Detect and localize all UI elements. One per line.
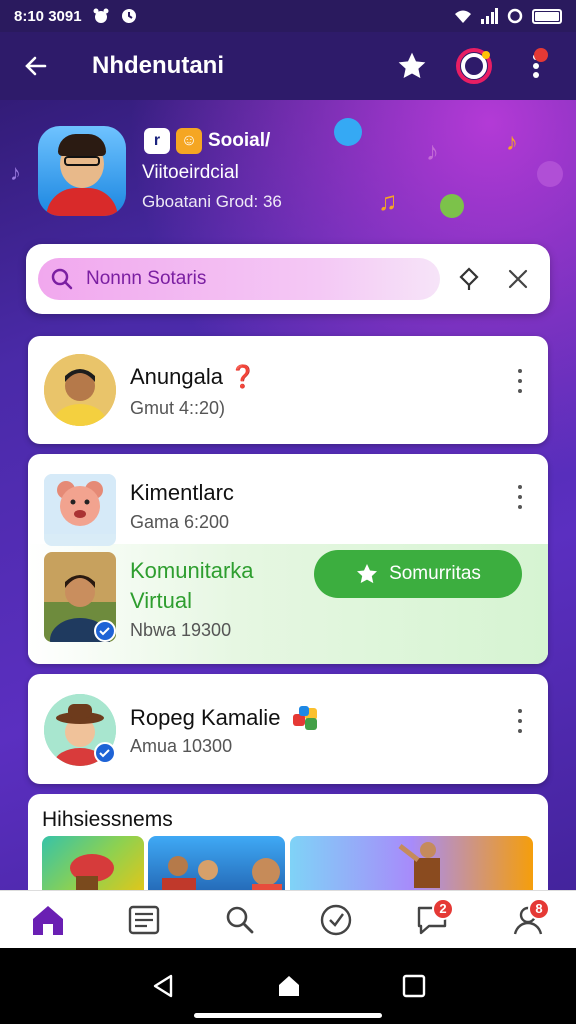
profile-avatar[interactable]: [38, 126, 126, 216]
contact-status: Gama 6:200: [130, 512, 230, 532]
app-bar: Nhdenutani: [0, 32, 576, 100]
contact-status: Amua 10300: [130, 736, 233, 756]
newspaper-icon: [128, 905, 160, 934]
more-options-button[interactable]: [508, 706, 532, 736]
verified-badge-icon: [94, 620, 116, 642]
profile-meta: Gboatani Grod: 36: [142, 192, 282, 211]
contact-status: Gmut 4::20): [130, 398, 226, 418]
contact-card: Kimentlarc Gama 6:200 Komunitarka Virtua…: [28, 454, 548, 664]
community-name[interactable]: Komunitarka Virtual: [130, 556, 254, 616]
nav-profile[interactable]: 8: [500, 896, 556, 944]
app-badge-icon: r: [144, 128, 170, 154]
avatar: [44, 354, 116, 426]
contact-name[interactable]: Kimentlarc: [130, 480, 234, 506]
platform-label: Sooial/: [208, 130, 271, 151]
puzzle-emoji-icon: [292, 706, 317, 730]
signal-icon: [481, 8, 498, 24]
clock-icon: [121, 9, 136, 23]
notification-badge: 8: [528, 897, 550, 920]
community-status: Nbwa 19300: [130, 620, 232, 640]
page-title: Nhdenutani: [92, 52, 224, 79]
battery-icon: [532, 8, 562, 24]
search-value: Nonnn Sotaris: [86, 268, 207, 289]
contact-card[interactable]: Anungala ❓ Gmut 4::20): [28, 336, 548, 444]
nav-messages[interactable]: 2: [404, 896, 460, 944]
search-icon: [226, 906, 254, 933]
nav-search[interactable]: [212, 896, 268, 944]
gesture-bar: [194, 1013, 382, 1018]
highlights-section: Hihsiessnems: [28, 794, 548, 904]
more-options-button[interactable]: [514, 44, 558, 88]
voice-search-button[interactable]: [448, 255, 489, 303]
profile-subtitle: Viitoeirdcial: [142, 162, 239, 183]
community-action-button[interactable]: Somurritas: [314, 550, 522, 598]
diamond-pin-icon: [458, 267, 479, 290]
nav-feed[interactable]: [116, 896, 172, 944]
search-card: Nonnn Sotaris: [26, 244, 550, 314]
contact-name: Ropeg Kamalie: [130, 704, 321, 734]
heart-emoji-icon: ❓: [229, 364, 257, 389]
search-icon: [51, 268, 73, 290]
check-circle-icon: [320, 904, 352, 935]
more-options-button[interactable]: [508, 482, 532, 512]
search-input[interactable]: Nonnn Sotaris: [38, 258, 440, 300]
contact-card[interactable]: Ropeg Kamalie Amua 10300: [28, 674, 548, 784]
profile-header: r ☺ Sooial/ Viitoeirdcial Gboatani Grod:…: [38, 122, 556, 222]
section-title: Hihsiessnems: [42, 808, 173, 831]
platform-tags: r ☺ Sooial/: [144, 128, 270, 154]
close-icon: [508, 269, 527, 289]
bottom-navigation: 2 8: [0, 890, 576, 948]
alarm-icon: [93, 8, 109, 23]
more-options-button[interactable]: [508, 366, 532, 396]
data-saver-icon: [507, 8, 523, 24]
arrow-left-icon: [25, 56, 47, 76]
status-time: 8:10 3091: [14, 7, 82, 25]
clear-search-button[interactable]: [497, 255, 538, 303]
back-triangle-icon[interactable]: [149, 972, 177, 1000]
notification-badge: 2: [432, 897, 454, 920]
recents-icon[interactable]: [401, 973, 427, 999]
emoji-badge-icon: ☺: [176, 128, 202, 154]
home-icon: [33, 905, 63, 935]
star-icon: [357, 564, 378, 584]
status-bar: 8:10 3091: [0, 0, 576, 32]
music-note-icon: ♪: [10, 160, 21, 185]
notification-dot: [534, 48, 548, 62]
system-navigation-bar: [0, 948, 576, 1024]
avatar: [44, 474, 116, 546]
camera-ring-icon: [456, 48, 492, 84]
verified-badge-icon: [94, 742, 116, 764]
star-icon: [398, 52, 426, 79]
favorite-button[interactable]: [390, 44, 434, 88]
wifi-icon: [455, 10, 471, 23]
nav-home[interactable]: [20, 896, 76, 944]
home-button-icon[interactable]: [274, 971, 304, 1001]
nav-activity[interactable]: [308, 896, 364, 944]
back-button[interactable]: [18, 48, 54, 84]
camera-button[interactable]: [452, 44, 496, 88]
contact-name: Anungala ❓: [130, 364, 257, 389]
